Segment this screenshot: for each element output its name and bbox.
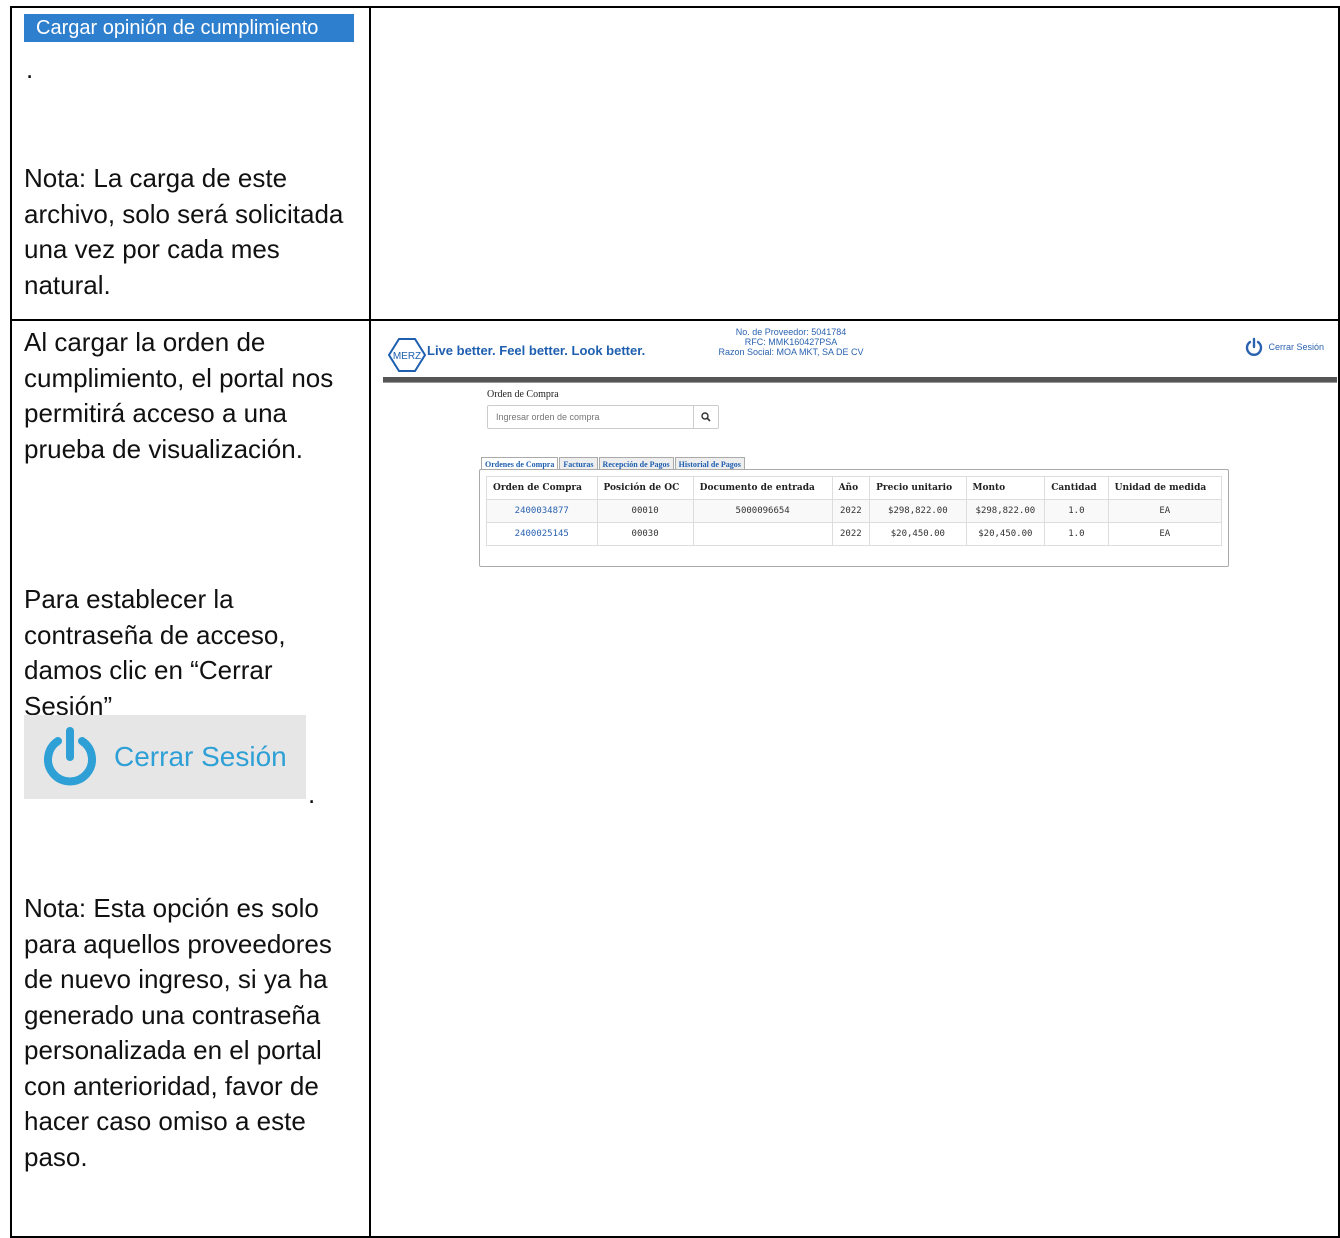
logout-image-label: Cerrar Sesión (114, 741, 287, 772)
upload-opinion-button[interactable]: Cargar opinión de cumplimiento (24, 14, 354, 42)
table-row: 2400034877 00010 5000096654 2022 $298,82… (486, 499, 1223, 523)
column-header[interactable]: Precio unitario (869, 476, 967, 500)
table-cell: 2022 (831, 499, 871, 523)
step1-note: Nota: La carga de este archivo, solo ser… (24, 163, 344, 300)
search-box (487, 405, 719, 429)
supplier-number: No. de Proveedor: 5041784 (735, 327, 847, 337)
purchase-orders-table: Orden de Compra Posición de OC Documento… (486, 476, 1223, 546)
table-cell: 00010 (596, 499, 694, 523)
table-cell: $20,450.00 (965, 522, 1046, 546)
table-cell: $298,822.00 (965, 499, 1046, 523)
column-header[interactable]: Orden de Compra (486, 476, 598, 500)
step1-left-cell: Cargar opinión de cumplimiento . Nota: L… (10, 6, 371, 321)
table-cell (692, 522, 833, 546)
table-cell: 2022 (831, 522, 871, 546)
column-header[interactable]: Documento de entrada (692, 476, 833, 500)
table-cell: EA (1107, 499, 1223, 523)
table-cell: 1.0 (1044, 499, 1109, 523)
table-cell: $20,450.00 (869, 522, 967, 546)
portal-screenshot-cell: MERZ Live better. Feel better. Look bett… (369, 319, 1340, 1238)
table-cell: 5000096654 (692, 499, 833, 523)
step2-note: Nota: Esta opción es solo para aquellos … (24, 893, 332, 1172)
search-button[interactable] (693, 406, 718, 428)
column-header[interactable]: Año (831, 476, 871, 500)
search-input[interactable] (488, 406, 693, 428)
table-header-row: Orden de Compra Posición de OC Documento… (486, 476, 1223, 500)
power-icon (1246, 337, 1263, 356)
search-icon (701, 412, 711, 422)
table-row: 2400025145 00030 2022 $20,450.00 $20,450… (486, 522, 1223, 546)
step2-instruction: Para establecer la contraseña de acceso,… (24, 584, 286, 721)
column-header[interactable]: Unidad de medida (1107, 476, 1223, 500)
step2-left-cell: Al cargar la orden de cumplimiento, el p… (10, 319, 371, 1238)
logout-button[interactable]: Cerrar Sesión (1244, 337, 1324, 357)
table-cell: 00030 (596, 522, 694, 546)
dot-text: . (26, 54, 34, 84)
tab-panel: Orden de Compra Posición de OC Documento… (479, 469, 1229, 567)
logout-label: Cerrar Sesión (1268, 342, 1324, 352)
header-divider (383, 377, 1337, 383)
order-number-link[interactable]: 2400034877 (486, 499, 598, 523)
order-number-link[interactable]: 2400025145 (486, 522, 598, 546)
logout-screenshot: Cerrar Sesión (24, 715, 306, 799)
merz-logo-text: MERZ (393, 351, 421, 362)
supplier-razon-social: Razon Social: MOA MKT, SA DE CV (718, 347, 864, 357)
table-cell: $298,822.00 (869, 499, 967, 523)
tagline: Live better. Feel better. Look better. (427, 343, 646, 358)
table-cell: 1.0 (1044, 522, 1109, 546)
table-cell: EA (1107, 522, 1223, 546)
merz-logo-icon: MERZ (387, 338, 427, 372)
column-header[interactable]: Cantidad (1044, 476, 1109, 500)
power-icon (44, 727, 96, 786)
step2-intro: Al cargar la orden de cumplimiento, el p… (24, 327, 334, 464)
supplier-info: No. de Proveedor: 5041784 RFC: MMK160427… (671, 327, 911, 357)
column-header[interactable]: Posición de OC (596, 476, 694, 500)
instruction-table: Cargar opinión de cumplimiento . Nota: L… (10, 6, 1340, 1238)
dot-text: . (308, 779, 316, 809)
step1-right-cell (369, 6, 1340, 321)
portal-screenshot: MERZ Live better. Feel better. Look bett… (371, 321, 1338, 1236)
supplier-rfc: RFC: MMK160427PSA (744, 337, 838, 347)
column-header[interactable]: Monto (965, 476, 1046, 500)
search-label: Orden de Compra (487, 389, 559, 400)
